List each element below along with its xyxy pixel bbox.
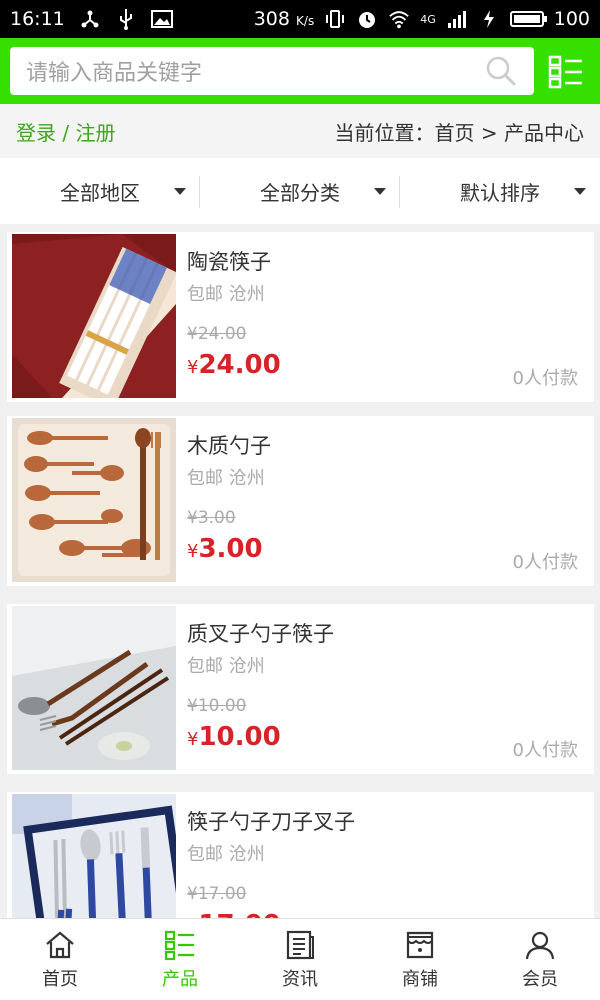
nav-products-label: 产品 bbox=[162, 969, 198, 990]
news-icon bbox=[286, 930, 314, 960]
wifi-icon bbox=[388, 8, 410, 30]
product-shipping: 包邮 沧州 bbox=[187, 656, 265, 677]
product-original-price: ¥17.00 bbox=[187, 884, 247, 904]
status-bar: 16:11 308 K/s 4G 100 bbox=[0, 0, 600, 38]
charging-icon bbox=[478, 8, 500, 30]
share-icon bbox=[79, 8, 101, 30]
top-info-bar: 登录 / 注册 当前位置：首页 > 产品中心 bbox=[0, 104, 600, 158]
nav-products[interactable]: 产品 bbox=[120, 919, 240, 1000]
product-paid-count: 0人付款 bbox=[512, 740, 578, 761]
nav-member-label: 会员 bbox=[522, 969, 558, 990]
product-list: 陶瓷筷子 包邮 沧州 ¥24.00 ¥24.00 0人付款 木质勺子 包邮 沧州… bbox=[0, 232, 600, 918]
product-image-wooden-spoons[interactable] bbox=[12, 418, 176, 582]
product-card[interactable]: 木质勺子 包邮 沧州 ¥3.00 ¥3.00 0人付款 bbox=[7, 416, 594, 586]
alarm-icon bbox=[356, 8, 378, 30]
signal-icon bbox=[446, 8, 468, 30]
register-link[interactable]: 注册 bbox=[75, 121, 115, 145]
product-original-price: ¥10.00 bbox=[187, 696, 247, 716]
breadcrumb-current: 产品中心 bbox=[504, 120, 584, 145]
battery-icon bbox=[509, 11, 547, 27]
home-icon bbox=[46, 931, 74, 959]
net-speed: 308 K/s bbox=[253, 8, 315, 30]
product-name[interactable]: 木质勺子 bbox=[187, 430, 271, 460]
breadcrumb: 当前位置：首页 > 产品中心 bbox=[335, 117, 584, 146]
product-shipping: 包邮 沧州 bbox=[187, 468, 265, 489]
product-card[interactable]: 陶瓷筷子 包邮 沧州 ¥24.00 ¥24.00 0人付款 bbox=[7, 232, 594, 402]
search-icon[interactable] bbox=[484, 54, 518, 88]
nav-shop[interactable]: 商铺 bbox=[360, 919, 480, 1000]
breadcrumb-prefix: 当前位置： bbox=[334, 120, 435, 145]
usb-icon bbox=[115, 8, 137, 30]
caret-down-icon bbox=[574, 188, 586, 195]
nav-home[interactable]: 首页 bbox=[0, 919, 120, 1000]
product-image-ceramic-chopsticks[interactable] bbox=[12, 234, 176, 398]
auth-separator: / bbox=[62, 120, 70, 145]
product-card[interactable]: 质叉子勺子筷子 包邮 沧州 ¥10.00 ¥10.00 0人付款 bbox=[7, 604, 594, 774]
product-price: ¥3.00 bbox=[187, 534, 263, 564]
header: 请输入商品关键字 bbox=[0, 38, 600, 104]
product-price: ¥10.00 bbox=[187, 722, 281, 752]
product-image-cutlery-set[interactable] bbox=[12, 794, 176, 918]
search-input[interactable]: 请输入商品关键字 bbox=[26, 55, 484, 87]
product-image-fork-spoon-chopsticks[interactable] bbox=[12, 606, 176, 770]
nav-home-label: 首页 bbox=[42, 969, 78, 990]
product-price: ¥24.00 bbox=[187, 350, 281, 380]
nav-member[interactable]: 会员 bbox=[480, 919, 600, 1000]
breadcrumb-home[interactable]: 首页 bbox=[435, 121, 475, 145]
product-name[interactable]: 质叉子勺子筷子 bbox=[187, 618, 334, 648]
battery-level: 100 bbox=[553, 8, 590, 30]
filter-category-label: 全部分类 bbox=[260, 180, 340, 205]
product-paid-count: 0人付款 bbox=[512, 552, 578, 573]
nav-news[interactable]: 资讯 bbox=[240, 919, 360, 1000]
vibrate-icon bbox=[324, 8, 346, 30]
product-price: ¥17.00 bbox=[187, 910, 281, 918]
user-icon bbox=[525, 931, 555, 960]
category-menu-icon[interactable] bbox=[548, 55, 584, 89]
product-original-price: ¥3.00 bbox=[187, 508, 236, 528]
auth-links: 登录 / 注册 bbox=[16, 117, 115, 146]
bottom-nav: 首页 产品 资讯 商铺 会员 bbox=[0, 918, 600, 1000]
filter-sort-label: 默认排序 bbox=[460, 180, 540, 205]
nav-shop-label: 商铺 bbox=[402, 969, 438, 990]
product-paid-count: 0人付款 bbox=[512, 368, 578, 389]
product-list-icon bbox=[164, 930, 194, 961]
status-time: 16:11 bbox=[10, 8, 65, 30]
caret-down-icon bbox=[174, 188, 186, 195]
signal-label: 4G bbox=[420, 12, 436, 26]
product-card[interactable]: 筷子勺子刀子叉子 包邮 沧州 ¥17.00 ¥17.00 bbox=[7, 792, 594, 918]
product-name[interactable]: 筷子勺子刀子叉子 bbox=[187, 806, 355, 836]
product-shipping: 包邮 沧州 bbox=[187, 844, 265, 865]
filter-bar: 全部地区 全部分类 默认排序 bbox=[0, 158, 600, 224]
filter-region-label: 全部地区 bbox=[60, 180, 140, 205]
product-name[interactable]: 陶瓷筷子 bbox=[187, 246, 271, 276]
filter-region[interactable]: 全部地区 bbox=[0, 158, 200, 224]
product-shipping: 包邮 沧州 bbox=[187, 284, 265, 305]
shop-icon bbox=[406, 931, 434, 959]
login-link[interactable]: 登录 bbox=[16, 121, 56, 145]
image-icon bbox=[150, 8, 173, 30]
filter-sort[interactable]: 默认排序 bbox=[400, 158, 600, 224]
nav-news-label: 资讯 bbox=[282, 969, 318, 990]
search-box[interactable]: 请输入商品关键字 bbox=[10, 47, 534, 95]
breadcrumb-separator: > bbox=[480, 120, 498, 145]
filter-category[interactable]: 全部分类 bbox=[200, 158, 400, 224]
caret-down-icon bbox=[374, 188, 386, 195]
product-original-price: ¥24.00 bbox=[187, 324, 247, 344]
